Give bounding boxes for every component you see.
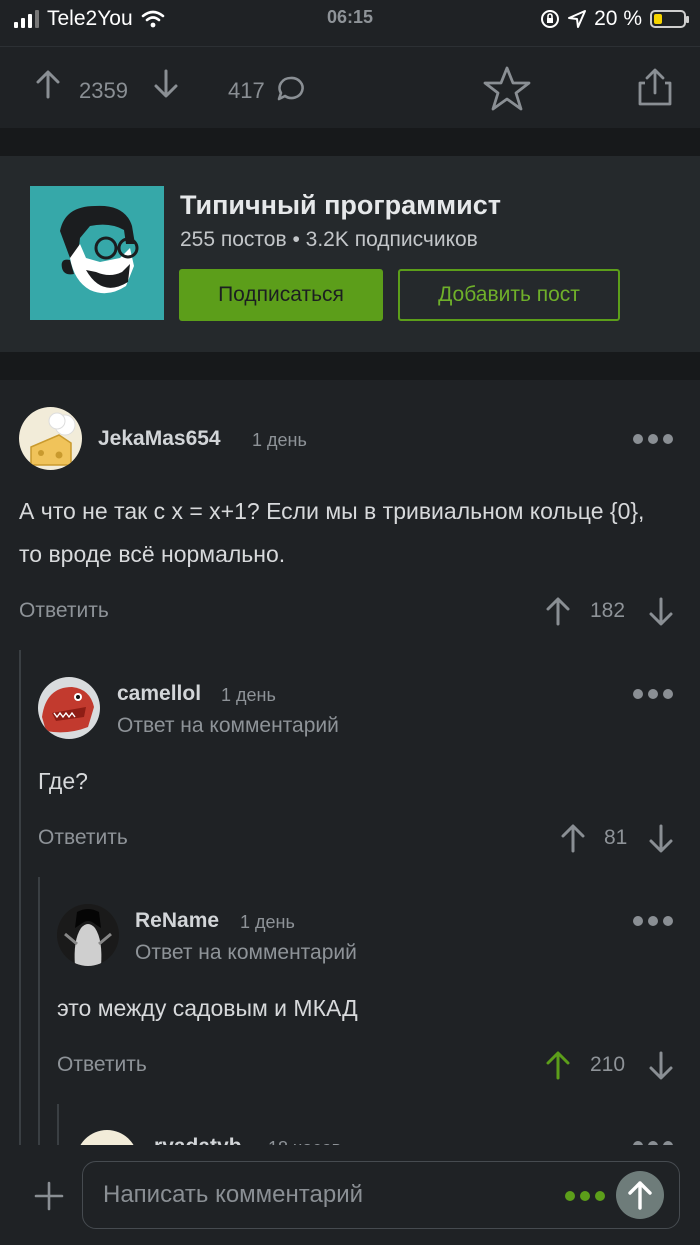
upvote-button[interactable] xyxy=(34,69,62,99)
comment-score: 182 xyxy=(590,599,626,622)
post-score: 2359 xyxy=(79,78,128,103)
arrow-down-icon[interactable] xyxy=(648,597,674,627)
more-options-icon[interactable] xyxy=(633,689,673,699)
reply-to-link[interactable]: Ответ на комментарий xyxy=(117,714,339,738)
downvote-button[interactable] xyxy=(152,69,180,99)
comment-username[interactable]: JekaMas654 xyxy=(98,427,221,451)
status-bar: Tele2You 06:15 20 % xyxy=(0,0,700,40)
battery-icon xyxy=(650,10,689,28)
star-icon xyxy=(483,66,531,111)
subscribe-button[interactable]: Подписаться xyxy=(179,269,383,321)
section-divider xyxy=(0,128,700,156)
avatar[interactable] xyxy=(57,904,119,966)
comment-time: 1 день xyxy=(252,430,307,450)
comments-count: 417 xyxy=(228,78,265,103)
section-divider xyxy=(0,352,700,380)
rotation-lock-icon xyxy=(541,10,560,28)
battery-percent: 20 % xyxy=(594,7,642,30)
save-post-button[interactable] xyxy=(482,65,532,113)
share-button[interactable] xyxy=(636,67,674,107)
reply-button[interactable]: Ответить xyxy=(19,599,109,623)
comment-username[interactable]: ReName xyxy=(135,909,219,933)
comment-input[interactable]: Написать комментарий xyxy=(82,1161,680,1229)
community-card xyxy=(0,156,700,352)
arrow-down-icon xyxy=(154,69,178,98)
arrow-up-icon xyxy=(36,70,60,99)
thread-line xyxy=(19,650,21,1145)
avatar[interactable] xyxy=(38,677,100,739)
more-options-icon[interactable] xyxy=(633,434,673,444)
arrow-down-icon[interactable] xyxy=(648,1051,674,1081)
comment-text: Где? xyxy=(38,768,88,794)
reply-button[interactable]: Ответить xyxy=(57,1053,147,1077)
comment-input-placeholder: Написать комментарий xyxy=(103,1181,364,1208)
more-options-icon[interactable] xyxy=(633,916,673,926)
send-button[interactable] xyxy=(616,1171,664,1219)
arrow-up-icon[interactable] xyxy=(545,596,571,626)
comments-button[interactable] xyxy=(276,75,306,103)
comment-bubble-icon xyxy=(277,76,304,101)
comment-composer: Написать комментарий xyxy=(0,1145,700,1245)
comment-score: 210 xyxy=(590,1053,626,1076)
thread-line xyxy=(57,1104,59,1145)
community-title[interactable]: Типичный программист xyxy=(180,190,501,221)
plus-icon[interactable] xyxy=(34,1181,64,1211)
community-stats: 255 постов • 3.2K подписчиков xyxy=(180,228,478,251)
avatar[interactable] xyxy=(19,407,82,470)
arrow-up-icon[interactable] xyxy=(545,1050,571,1080)
community-logo[interactable] xyxy=(30,186,164,320)
comment-username[interactable]: camellol xyxy=(117,682,201,706)
more-icon[interactable] xyxy=(565,1191,605,1201)
post-action-bar: 2359 417 xyxy=(0,46,700,128)
add-post-button[interactable]: Добавить пост xyxy=(398,269,620,321)
comment-text: это между садовым и МКАД xyxy=(57,995,358,1021)
comment-time: 1 день xyxy=(221,685,276,705)
programmer-face-icon xyxy=(60,205,139,294)
share-icon xyxy=(638,68,672,106)
thread-line xyxy=(38,877,40,1145)
arrow-up-icon xyxy=(628,1181,652,1210)
creature-avatar-icon xyxy=(42,687,94,733)
comment-score: 81 xyxy=(604,826,628,849)
location-icon xyxy=(568,10,587,28)
reply-button[interactable]: Ответить xyxy=(38,826,128,850)
arrow-down-icon[interactable] xyxy=(648,824,674,854)
reply-to-link[interactable]: Ответ на комментарий xyxy=(135,941,357,965)
comment-text: А что не так с x = x+1? Если мы в тривиа… xyxy=(19,498,645,567)
arrow-up-icon[interactable] xyxy=(560,823,586,853)
comment-time: 1 день xyxy=(240,912,295,932)
cheese-avatar-icon xyxy=(30,412,76,466)
person-avatar-icon xyxy=(57,904,119,966)
